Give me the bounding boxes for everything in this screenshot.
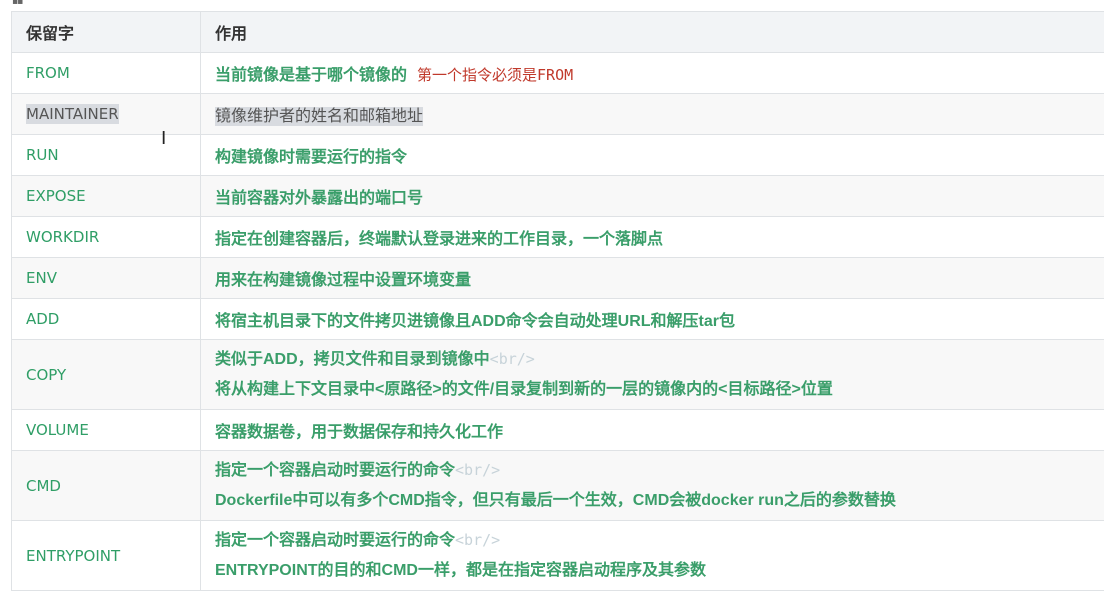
keyword-text: ADD bbox=[26, 310, 60, 328]
keyword-text: FROM bbox=[26, 64, 70, 82]
usage-text: ENTRYPOINT的目的和CMD一样，都是在指定容器启动程序及其参数 bbox=[215, 562, 706, 579]
usage-cell: 指定一个容器启动时要运行的命令<br/> ENTRYPOINT的目的和CMD一样，… bbox=[200, 520, 1104, 591]
keyword-cell: ENV bbox=[11, 257, 201, 299]
usage-line: 当前镜像是基于哪个镜像的 第一个指令必须是FROM bbox=[215, 66, 574, 84]
table-row: ADD 将宿主机目录下的文件拷贝进镜像且ADD命令会自动处理URL和解压tar包 bbox=[11, 298, 1104, 340]
note-text: 第一个指令必须是FROM bbox=[417, 66, 574, 84]
usage-cell: 当前容器对外暴露出的端口号 bbox=[200, 175, 1104, 217]
usage-text: 用来在构建镜像过程中设置环境变量 bbox=[215, 272, 472, 289]
table-row: RUN 构建镜像时需要运行的指令 bbox=[11, 134, 1104, 176]
usage-cell: 构建镜像时需要运行的指令 bbox=[200, 134, 1104, 176]
keyword-cell: ADD bbox=[11, 298, 201, 340]
usage-cell: 容器数据卷，用于数据保存和持久化工作 bbox=[200, 409, 1104, 451]
usage-line: 构建镜像时需要运行的指令 bbox=[215, 149, 407, 166]
br-tag-text: <br/> bbox=[489, 350, 535, 368]
usage-line: 指定一个容器启动时要运行的命令<br/> bbox=[215, 455, 1090, 486]
usage-line: 类似于ADD，拷贝文件和目录到镜像中<br/> bbox=[215, 344, 1090, 375]
keyword-cell: CMD bbox=[11, 450, 201, 521]
usage-line: ENTRYPOINT的目的和CMD一样，都是在指定容器启动程序及其参数 bbox=[215, 556, 1090, 586]
keyword-cell: ENTRYPOINT bbox=[11, 520, 201, 591]
keyword-cell: COPY bbox=[11, 339, 201, 410]
keyword-cell: VOLUME bbox=[11, 409, 201, 451]
br-tag-text: <br/> bbox=[455, 531, 501, 549]
usage-text: 镜像维护者的姓名和邮箱地址 bbox=[215, 107, 424, 126]
usage-cell: 类似于ADD，拷贝文件和目录到镜像中<br/> 将从构建上下文目录中<原路径>的文… bbox=[200, 339, 1104, 410]
keyword-text: EXPOSE bbox=[26, 187, 86, 205]
usage-cell: 当前镜像是基于哪个镜像的 第一个指令必须是FROM bbox=[200, 52, 1104, 94]
usage-cell: 将宿主机目录下的文件拷贝进镜像且ADD命令会自动处理URL和解压tar包 bbox=[200, 298, 1104, 340]
table-header-row: 保留字 作用 bbox=[11, 11, 1104, 53]
keyword-text: COPY bbox=[26, 365, 67, 384]
keyword-cell: MAINTAINER bbox=[11, 93, 201, 135]
usage-text: 指定在创建容器后，终端默认登录进来的工作目录，一个落脚点 bbox=[215, 231, 664, 248]
usage-text: 将从构建上下文目录中<原路径>的文件/目录复制到新的一层的镜像内的<目标路径>位… bbox=[215, 381, 833, 398]
usage-cell: 镜像维护者的姓名和邮箱地址 bbox=[200, 93, 1104, 135]
usage-line: Dockerfile中可以有多个CMD指令，但只有最后一个生效，CMD会被doc… bbox=[215, 486, 1090, 516]
text-cursor-icon: I bbox=[161, 128, 167, 149]
keyword-text: ENTRYPOINT bbox=[26, 546, 121, 565]
usage-cell: 指定一个容器启动时要运行的命令<br/> Dockerfile中可以有多个CMD指… bbox=[200, 450, 1104, 521]
usage-text: 指定一个容器启动时要运行的命令 bbox=[215, 532, 456, 549]
usage-text: 指定一个容器启动时要运行的命令 bbox=[215, 462, 456, 479]
keyword-text: VOLUME bbox=[26, 421, 89, 439]
table-row: MAINTAINER 镜像维护者的姓名和邮箱地址 bbox=[11, 93, 1104, 135]
grid-icon: ▪▪ bbox=[12, 0, 23, 7]
keyword-text: RUN bbox=[26, 146, 59, 164]
header-keyword: 保留字 bbox=[11, 11, 201, 53]
table-row: ENV 用来在构建镜像过程中设置环境变量 bbox=[11, 257, 1104, 299]
keyword-text: WORKDIR bbox=[26, 228, 100, 246]
table-row: FROM 当前镜像是基于哪个镜像的 第一个指令必须是FROM bbox=[11, 52, 1104, 94]
usage-line: 当前容器对外暴露出的端口号 bbox=[215, 190, 423, 207]
usage-line: 将从构建上下文目录中<原路径>的文件/目录复制到新的一层的镜像内的<目标路径>位… bbox=[215, 375, 1090, 405]
usage-cell: 指定在创建容器后，终端默认登录进来的工作目录，一个落脚点 bbox=[200, 216, 1104, 258]
usage-text: 当前镜像是基于哪个镜像的 bbox=[215, 67, 408, 84]
header-usage: 作用 bbox=[200, 11, 1104, 53]
table-row: VOLUME 容器数据卷，用于数据保存和持久化工作 bbox=[11, 409, 1104, 451]
keyword-cell: RUN bbox=[11, 134, 201, 176]
usage-text: 类似于ADD，拷贝文件和目录到镜像中 bbox=[215, 351, 490, 368]
usage-line: 容器数据卷，用于数据保存和持久化工作 bbox=[215, 424, 503, 441]
keyword-cell: EXPOSE bbox=[11, 175, 201, 217]
usage-text: 构建镜像时需要运行的指令 bbox=[215, 149, 408, 166]
usage-line: 指定在创建容器后，终端默认登录进来的工作目录，一个落脚点 bbox=[215, 231, 663, 248]
usage-text: 容器数据卷，用于数据保存和持久化工作 bbox=[215, 424, 504, 441]
table-body: FROM 当前镜像是基于哪个镜像的 第一个指令必须是FROM MAINTAINER 镜像… bbox=[11, 52, 1104, 591]
br-tag-text: <br/> bbox=[455, 461, 501, 479]
table-row: EXPOSE 当前容器对外暴露出的端口号 bbox=[11, 175, 1104, 217]
usage-line: 镜像维护者的姓名和邮箱地址 bbox=[215, 107, 424, 126]
usage-cell: 用来在构建镜像过程中设置环境变量 bbox=[200, 257, 1104, 299]
reserved-words-table: 保留字 作用 FROM 当前镜像是基于哪个镜像的 第一个指令必须是FROM MAINT… bbox=[11, 11, 1104, 591]
table-row: CMD 指定一个容器启动时要运行的命令<br/> Dockerfile中可以有多个C… bbox=[11, 450, 1104, 521]
usage-text: Dockerfile中可以有多个CMD指令，但只有最后一个生效，CMD会被doc… bbox=[215, 492, 896, 509]
keyword-text: MAINTAINER bbox=[26, 104, 119, 124]
usage-line: 用来在构建镜像过程中设置环境变量 bbox=[215, 272, 471, 289]
keyword-text: ENV bbox=[26, 269, 57, 287]
keyword-cell: WORKDIR bbox=[11, 216, 201, 258]
table-row: ENTRYPOINT 指定一个容器启动时要运行的命令<br/> ENTRYPOINT… bbox=[11, 520, 1104, 591]
usage-line: 指定一个容器启动时要运行的命令<br/> bbox=[215, 525, 1090, 556]
keyword-text: CMD bbox=[26, 476, 61, 495]
table-row: COPY 类似于ADD，拷贝文件和目录到镜像中<br/> 将从构建上下文目录中<原路… bbox=[11, 339, 1104, 410]
usage-line: 将宿主机目录下的文件拷贝进镜像且ADD命令会自动处理URL和解压tar包 bbox=[215, 313, 735, 330]
usage-text: 将宿主机目录下的文件拷贝进镜像且ADD命令会自动处理URL和解压tar包 bbox=[215, 313, 736, 330]
usage-text: 当前容器对外暴露出的端口号 bbox=[215, 190, 424, 207]
keyword-cell: FROM bbox=[11, 52, 201, 94]
table-row: WORKDIR 指定在创建容器后，终端默认登录进来的工作目录，一个落脚点 bbox=[11, 216, 1104, 258]
